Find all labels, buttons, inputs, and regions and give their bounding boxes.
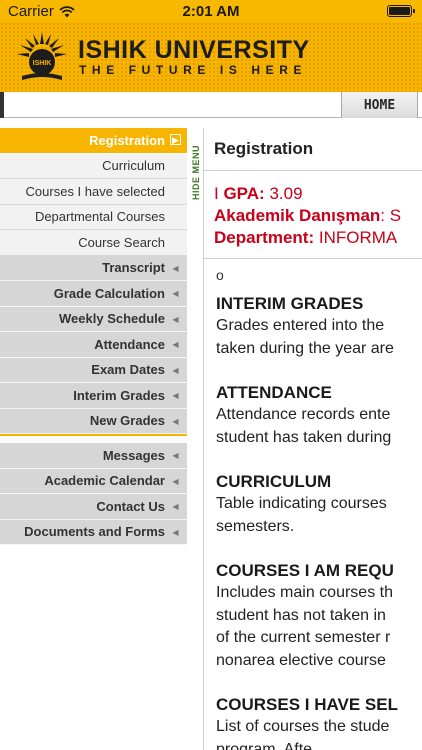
gpa-label: GPA: <box>223 184 265 203</box>
section-text-line: student has not taken in <box>216 606 386 624</box>
arrow-left-icon: ◀ <box>172 502 179 511</box>
advisor-value: : S <box>380 206 402 225</box>
sidebar-item-label: Courses I have selected <box>25 183 165 199</box>
arrow-left-icon: ◀ <box>172 340 179 349</box>
sidebar-item-label: Contact Us <box>96 498 165 514</box>
arrow-left-icon: ◀ <box>172 314 179 324</box>
sidebar-item-interim-grades[interactable]: Interim Grades ◀ <box>0 383 187 409</box>
section-text-line: Includes main courses th <box>216 584 393 601</box>
university-name: ISHIK UNIVERSITY <box>78 36 310 64</box>
university-logo[interactable]: ISHIK <box>14 30 70 86</box>
section-curriculum: CURRICULUM Table indicating courses seme… <box>204 461 422 538</box>
section-text-line: program. Afte <box>216 740 313 750</box>
section-courses-selected: COURSES I HAVE SEL List of courses the s… <box>204 684 422 750</box>
sidebar-item-label: Attendance <box>94 336 165 352</box>
sidebar-item-exam-dates[interactable]: Exam Dates ◀ <box>0 357 187 383</box>
sidebar-item-grade-calculation[interactable]: Grade Calculation ◀ <box>0 281 187 307</box>
status-bar: Carrier 2:01 AM <box>0 0 422 22</box>
hide-menu-label: HIDE MENU <box>191 145 201 201</box>
sidebar-item-label: Departmental Courses <box>34 209 165 225</box>
section-courses-required: COURSES I AM REQU Includes main courses … <box>204 550 422 672</box>
sidebar-item-label: Interim Grades <box>73 387 165 403</box>
arrow-left-icon: ◀ <box>172 263 179 273</box>
logo-text: ISHIK <box>33 60 52 67</box>
sidebar-subitem-course-search[interactable]: Course Search <box>0 230 187 256</box>
nav-left-bar <box>0 92 4 118</box>
section-text-line: Table indicating courses <box>216 495 387 512</box>
hide-menu-toggle[interactable]: HIDE MENU <box>190 140 202 206</box>
section-text-line: Attendance records ente <box>216 406 391 423</box>
sidebar-item-label: Weekly Schedule <box>59 311 165 327</box>
sidebar-item-label: Registration <box>89 132 165 148</box>
sidebar-item-documents-forms[interactable]: Documents and Forms ◀ <box>0 519 187 545</box>
sidebar-item-label: Exam Dates <box>91 362 165 378</box>
section-text-line: student has taken during <box>216 428 392 446</box>
arrow-left-icon: ◀ <box>172 476 179 486</box>
section-heading[interactable]: ATTENDANCE <box>216 382 422 404</box>
arrow-left-icon: ◀ <box>172 391 179 400</box>
department-line: Department: INFORMA <box>214 227 422 249</box>
sidebar-item-label: Documents and Forms <box>24 524 165 540</box>
section-text-line: List of courses the stude <box>216 718 390 735</box>
sidebar-subitem-departmental-courses[interactable]: Departmental Courses <box>0 204 187 230</box>
section-text-line: of the current semester r <box>216 629 391 646</box>
sidebar-item-label: Course Search <box>78 234 165 250</box>
sidebar-item-messages[interactable]: Messages ◀ <box>0 443 187 469</box>
home-tab[interactable]: HOME <box>341 92 418 118</box>
sidebar-menu: Registration ▶ Curriculum Courses I have… <box>0 128 187 545</box>
battery-icon <box>387 5 415 17</box>
advisor-line: Akademik Danışman: S <box>214 205 422 227</box>
arrow-left-icon: ◀ <box>172 451 179 460</box>
section-text-line: Grades entered into the <box>216 317 385 334</box>
section-heading[interactable]: CURRICULUM <box>216 471 422 493</box>
bullet-marker: o <box>216 267 224 283</box>
sidebar-item-label: Curriculum <box>102 158 165 174</box>
sidebar-item-label: Messages <box>102 447 165 463</box>
sidebar-item-label: Grade Calculation <box>53 285 165 301</box>
department-label: Department: <box>214 228 315 247</box>
sidebar-item-transcript[interactable]: Transcript ◀ <box>0 255 187 281</box>
section-heading[interactable]: INTERIM GRADES <box>216 293 422 315</box>
university-tagline: THE FUTURE IS HERE <box>79 63 308 77</box>
sidebar-item-attendance[interactable]: Attendance ◀ <box>0 332 187 358</box>
sidebar-subitem-curriculum[interactable]: Curriculum <box>0 153 187 179</box>
sidebar-item-registration[interactable]: Registration ▶ <box>0 128 187 154</box>
sidebar-item-new-grades[interactable]: New Grades ◀ <box>0 408 187 434</box>
sidebar-item-label: Transcript <box>102 260 165 276</box>
clock: 2:01 AM <box>182 3 240 20</box>
arrow-right-box-icon: ▶ <box>170 134 181 145</box>
arrow-left-icon: ◀ <box>172 289 179 298</box>
page-title: Registration <box>204 128 422 171</box>
section-text-line: semesters. <box>216 517 295 535</box>
sidebar-item-academic-calendar[interactable]: Academic Calendar ◀ <box>0 468 187 494</box>
student-info: I GPA: 3.09 Akademik Danışman: S Departm… <box>204 171 422 259</box>
sidebar-item-label: New Grades <box>89 413 165 429</box>
section-attendance: ATTENDANCE Attendance records ente stude… <box>204 372 422 449</box>
menu-divider <box>0 434 187 443</box>
department-value: INFORMA <box>318 228 398 247</box>
section-text-line: nonarea elective course <box>216 651 386 669</box>
gpa-line: I GPA: 3.09 <box>214 183 422 205</box>
sidebar-item-weekly-schedule[interactable]: Weekly Schedule ◀ <box>0 306 187 332</box>
arrow-left-icon: ◀ <box>172 416 179 426</box>
arrow-left-icon: ◀ <box>172 365 179 375</box>
sidebar-item-label: Academic Calendar <box>44 473 165 489</box>
advisor-label: Akademik Danışman <box>214 206 381 225</box>
gpa-value: 3.09 <box>269 184 303 203</box>
section-text-line: taken during the year are <box>216 339 394 357</box>
main-content: Registration I GPA: 3.09 Akademik Danışm… <box>203 128 422 750</box>
section-heading[interactable]: COURSES I HAVE SEL <box>216 694 422 716</box>
sidebar-subitem-courses-selected[interactable]: Courses I have selected <box>0 179 187 205</box>
section-heading[interactable]: COURSES I AM REQU <box>216 560 422 582</box>
arrow-left-icon: ◀ <box>172 527 179 537</box>
sidebar-item-contact-us[interactable]: Contact Us ◀ <box>0 494 187 520</box>
section-interim-grades: INTERIM GRADES Grades entered into the t… <box>204 283 422 360</box>
